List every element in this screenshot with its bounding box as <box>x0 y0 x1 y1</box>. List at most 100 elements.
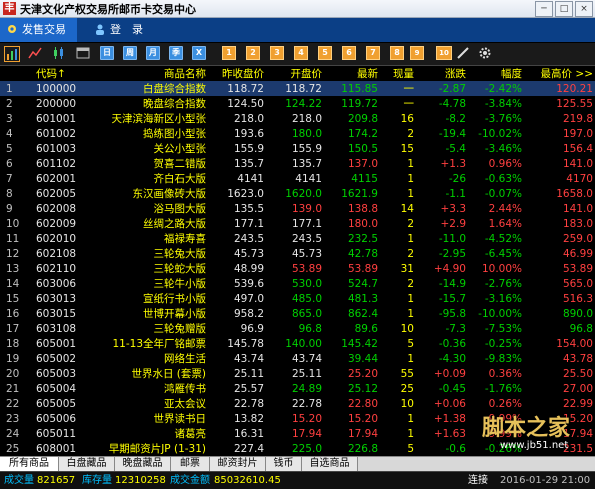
table-row[interactable]: 4 601002 捣练图小型张 193.6 180.0 174.2 2 -19.4 -10.02… <box>0 126 595 141</box>
row-last: 42.78 <box>347 247 378 260</box>
col-open[interactable]: 开盘价 <box>266 66 324 81</box>
row-last: 209.8 <box>347 112 378 125</box>
row-name: 天津滨海新区小型张 <box>111 113 207 125</box>
row-index: 10 <box>6 217 20 230</box>
shortcut-1-button[interactable]: 1 <box>222 46 236 60</box>
table-row[interactable]: 2 200000 晚盘综合指数 124.50 124.22 119.72 一 -4.78 -3.… <box>0 96 595 111</box>
row-name: 捣练图小型张 <box>143 128 206 140</box>
col-name[interactable]: 商品名称 <box>96 66 208 81</box>
row-change: +2.9 <box>440 217 467 230</box>
line-chart-icon[interactable] <box>28 46 42 60</box>
col-last[interactable]: 最新 <box>324 66 380 81</box>
row-last: 138.8 <box>347 202 378 215</box>
table-row[interactable]: 17 603108 三轮兔赠版 96.9 96.8 89.6 10 -7.3 -7.53% 96.… <box>0 321 595 336</box>
row-high: 141.0 <box>562 202 593 215</box>
table-row[interactable]: 11 602010 福禄寿喜 243.5 243.5 232.5 1 -11.0 -4.52% 2… <box>0 231 595 246</box>
col-volume[interactable]: 现量 <box>380 66 416 81</box>
tab-trading[interactable]: 发售交易 <box>0 18 77 42</box>
shortcut-6-button[interactable]: 6 <box>342 46 356 60</box>
row-last: 15.20 <box>347 412 378 425</box>
minimize-button[interactable]: ─ <box>535 1 553 17</box>
row-code: 602010 <box>36 232 77 245</box>
table-row[interactable]: 13 602110 三轮蛇大版 48.99 53.89 53.89 31 +4.90 10.00… <box>0 261 595 276</box>
row-open: 180.0 <box>291 127 322 140</box>
row-open: 24.89 <box>291 382 322 395</box>
table-row[interactable]: 18 605001 11-13全年厂铭邮票 145.78 140.00 145.42 5 -0… <box>0 336 595 351</box>
period-x-button[interactable]: X <box>192 46 206 60</box>
row-volume: 1 <box>407 352 414 365</box>
row-open: 118.72 <box>266 81 324 96</box>
table-row[interactable]: 7 602001 齐白石大版 4141 4141 4115 1 -26 -0.63% 4170 <box>0 171 595 186</box>
row-volume: 1 <box>407 172 414 185</box>
shortcut-10-button[interactable]: 10 <box>436 46 452 60</box>
table-row[interactable]: 22 605005 亚太会议 22.78 22.78 22.80 10 +0.06 0.26% 2… <box>0 396 595 411</box>
col-prev-close[interactable]: 昨收盘价 <box>208 66 266 81</box>
settings-icon[interactable] <box>478 46 492 60</box>
tab-stamps[interactable]: 邮票 <box>171 457 210 471</box>
row-high: 516.3 <box>562 292 593 305</box>
col-code[interactable]: 代码↑ <box>34 66 96 81</box>
close-button[interactable]: × <box>575 1 593 17</box>
tab-night-items[interactable]: 晚盘藏品 <box>115 457 171 471</box>
period-month-button[interactable]: 月 <box>146 46 160 60</box>
row-index: 12 <box>6 247 20 260</box>
row-volume: 1 <box>407 232 414 245</box>
tab-watchlist[interactable]: 自选商品 <box>302 457 358 471</box>
table-row[interactable]: 1 100000 白盘综合指数 118.72 118.72 115.85 一 -2.87 -2.… <box>0 81 595 96</box>
table-row[interactable]: 6 601102 贺喜二错版 135.7 135.7 137.0 1 +1.3 0.96% 141… <box>0 156 595 171</box>
shortcut-4-button[interactable]: 4 <box>294 46 308 60</box>
table-row[interactable]: 12 602108 三轮兔大版 45.73 45.73 42.78 2 -2.95 -6.45%… <box>0 246 595 261</box>
col-high[interactable]: 最高价 >> <box>524 66 595 81</box>
table-row[interactable]: 19 605002 网络生活 43.74 43.74 39.44 1 -4.30 -9.83% 4… <box>0 351 595 366</box>
shortcut-8-button[interactable]: 8 <box>390 46 404 60</box>
tab-all-products[interactable]: 所有商品 <box>0 457 59 471</box>
table-row[interactable]: 5 601003 关公小型张 155.9 155.9 150.5 15 -5.4 -3.46% 1… <box>0 141 595 156</box>
tab-postal-cards[interactable]: 邮资封片 <box>210 457 266 471</box>
shortcut-7-button[interactable]: 7 <box>366 46 380 60</box>
shortcut-3-button[interactable]: 3 <box>270 46 284 60</box>
tab-login-label: 登 录 <box>110 23 143 36</box>
period-day-button[interactable]: 日 <box>100 46 114 60</box>
row-change-pct: 0.36% <box>488 367 522 380</box>
period-week-button[interactable]: 周 <box>123 46 137 60</box>
window-icon[interactable] <box>76 46 90 60</box>
table-row[interactable]: 9 602008 浴马图大版 135.5 139.0 138.8 14 +3.3 2.44% 14… <box>0 201 595 216</box>
row-name: 11-13全年厂铭邮票 <box>112 338 206 350</box>
col-change[interactable]: 涨跌 <box>416 66 468 81</box>
table-row[interactable]: 10 602009 丝绸之路大版 177.1 177.1 180.0 2 +2.9 1.64% 1… <box>0 216 595 231</box>
more-columns-arrow[interactable]: >> <box>575 68 593 80</box>
row-open: 15.20 <box>291 412 322 425</box>
bar-chart-icon[interactable] <box>4 46 20 62</box>
row-index: 6 <box>6 157 13 170</box>
table-row[interactable]: 20 605003 世界水日 (套票) 25.11 25.11 25.20 55 +0.09 0… <box>0 366 595 381</box>
tab-login[interactable]: 登 录 <box>88 18 143 42</box>
row-last: 89.6 <box>354 322 378 335</box>
stock-value: 12310258 <box>115 475 166 486</box>
row-change: -0.6 <box>445 442 467 455</box>
row-change: -0.45 <box>438 382 466 395</box>
table-row[interactable]: 8 602005 东汉画像砖大版 1623.0 1620.0 1621.9 1 -1.1 -0.… <box>0 186 595 201</box>
maximize-button[interactable]: □ <box>555 1 573 17</box>
row-change-pct: -9.83% <box>484 352 522 365</box>
candlestick-icon[interactable] <box>52 46 66 60</box>
col-index <box>0 66 34 81</box>
table-row[interactable]: 3 601001 天津滨海新区小型张 218.0 218.0 209.8 16 -8.2 -3.… <box>0 111 595 126</box>
tab-coins[interactable]: 钱币 <box>266 457 302 471</box>
shortcut-5-button[interactable]: 5 <box>318 46 332 60</box>
shortcut-2-button[interactable]: 2 <box>246 46 260 60</box>
row-name: 世界水日 (套票) <box>131 368 206 380</box>
row-change: -5.4 <box>445 142 467 155</box>
row-prev-close: 43.74 <box>233 352 264 365</box>
col-change-pct[interactable]: 幅度 <box>468 66 524 81</box>
row-open: 218.0 <box>291 112 322 125</box>
row-change: -0.36 <box>438 337 466 350</box>
row-volume: 1 <box>407 157 414 170</box>
table-row[interactable]: 14 603006 三轮牛小版 539.6 530.0 524.7 2 -14.9 -2.76%… <box>0 276 595 291</box>
table-row[interactable]: 21 605004 鸿雁传书 25.57 24.89 25.12 25 -0.45 -1.76%… <box>0 381 595 396</box>
period-quarter-button[interactable]: 季 <box>169 46 183 60</box>
tab-day-items[interactable]: 白盘藏品 <box>59 457 115 471</box>
shortcut-9-button[interactable]: 9 <box>410 46 424 60</box>
table-row[interactable]: 15 603013 宣纸行书小版 497.0 485.0 481.3 1 -15.7 -3.16… <box>0 291 595 306</box>
table-row[interactable]: 16 603015 世博开幕小版 958.2 865.0 862.4 1 -95.8 -10.0… <box>0 306 595 321</box>
pen-icon[interactable] <box>456 46 470 60</box>
